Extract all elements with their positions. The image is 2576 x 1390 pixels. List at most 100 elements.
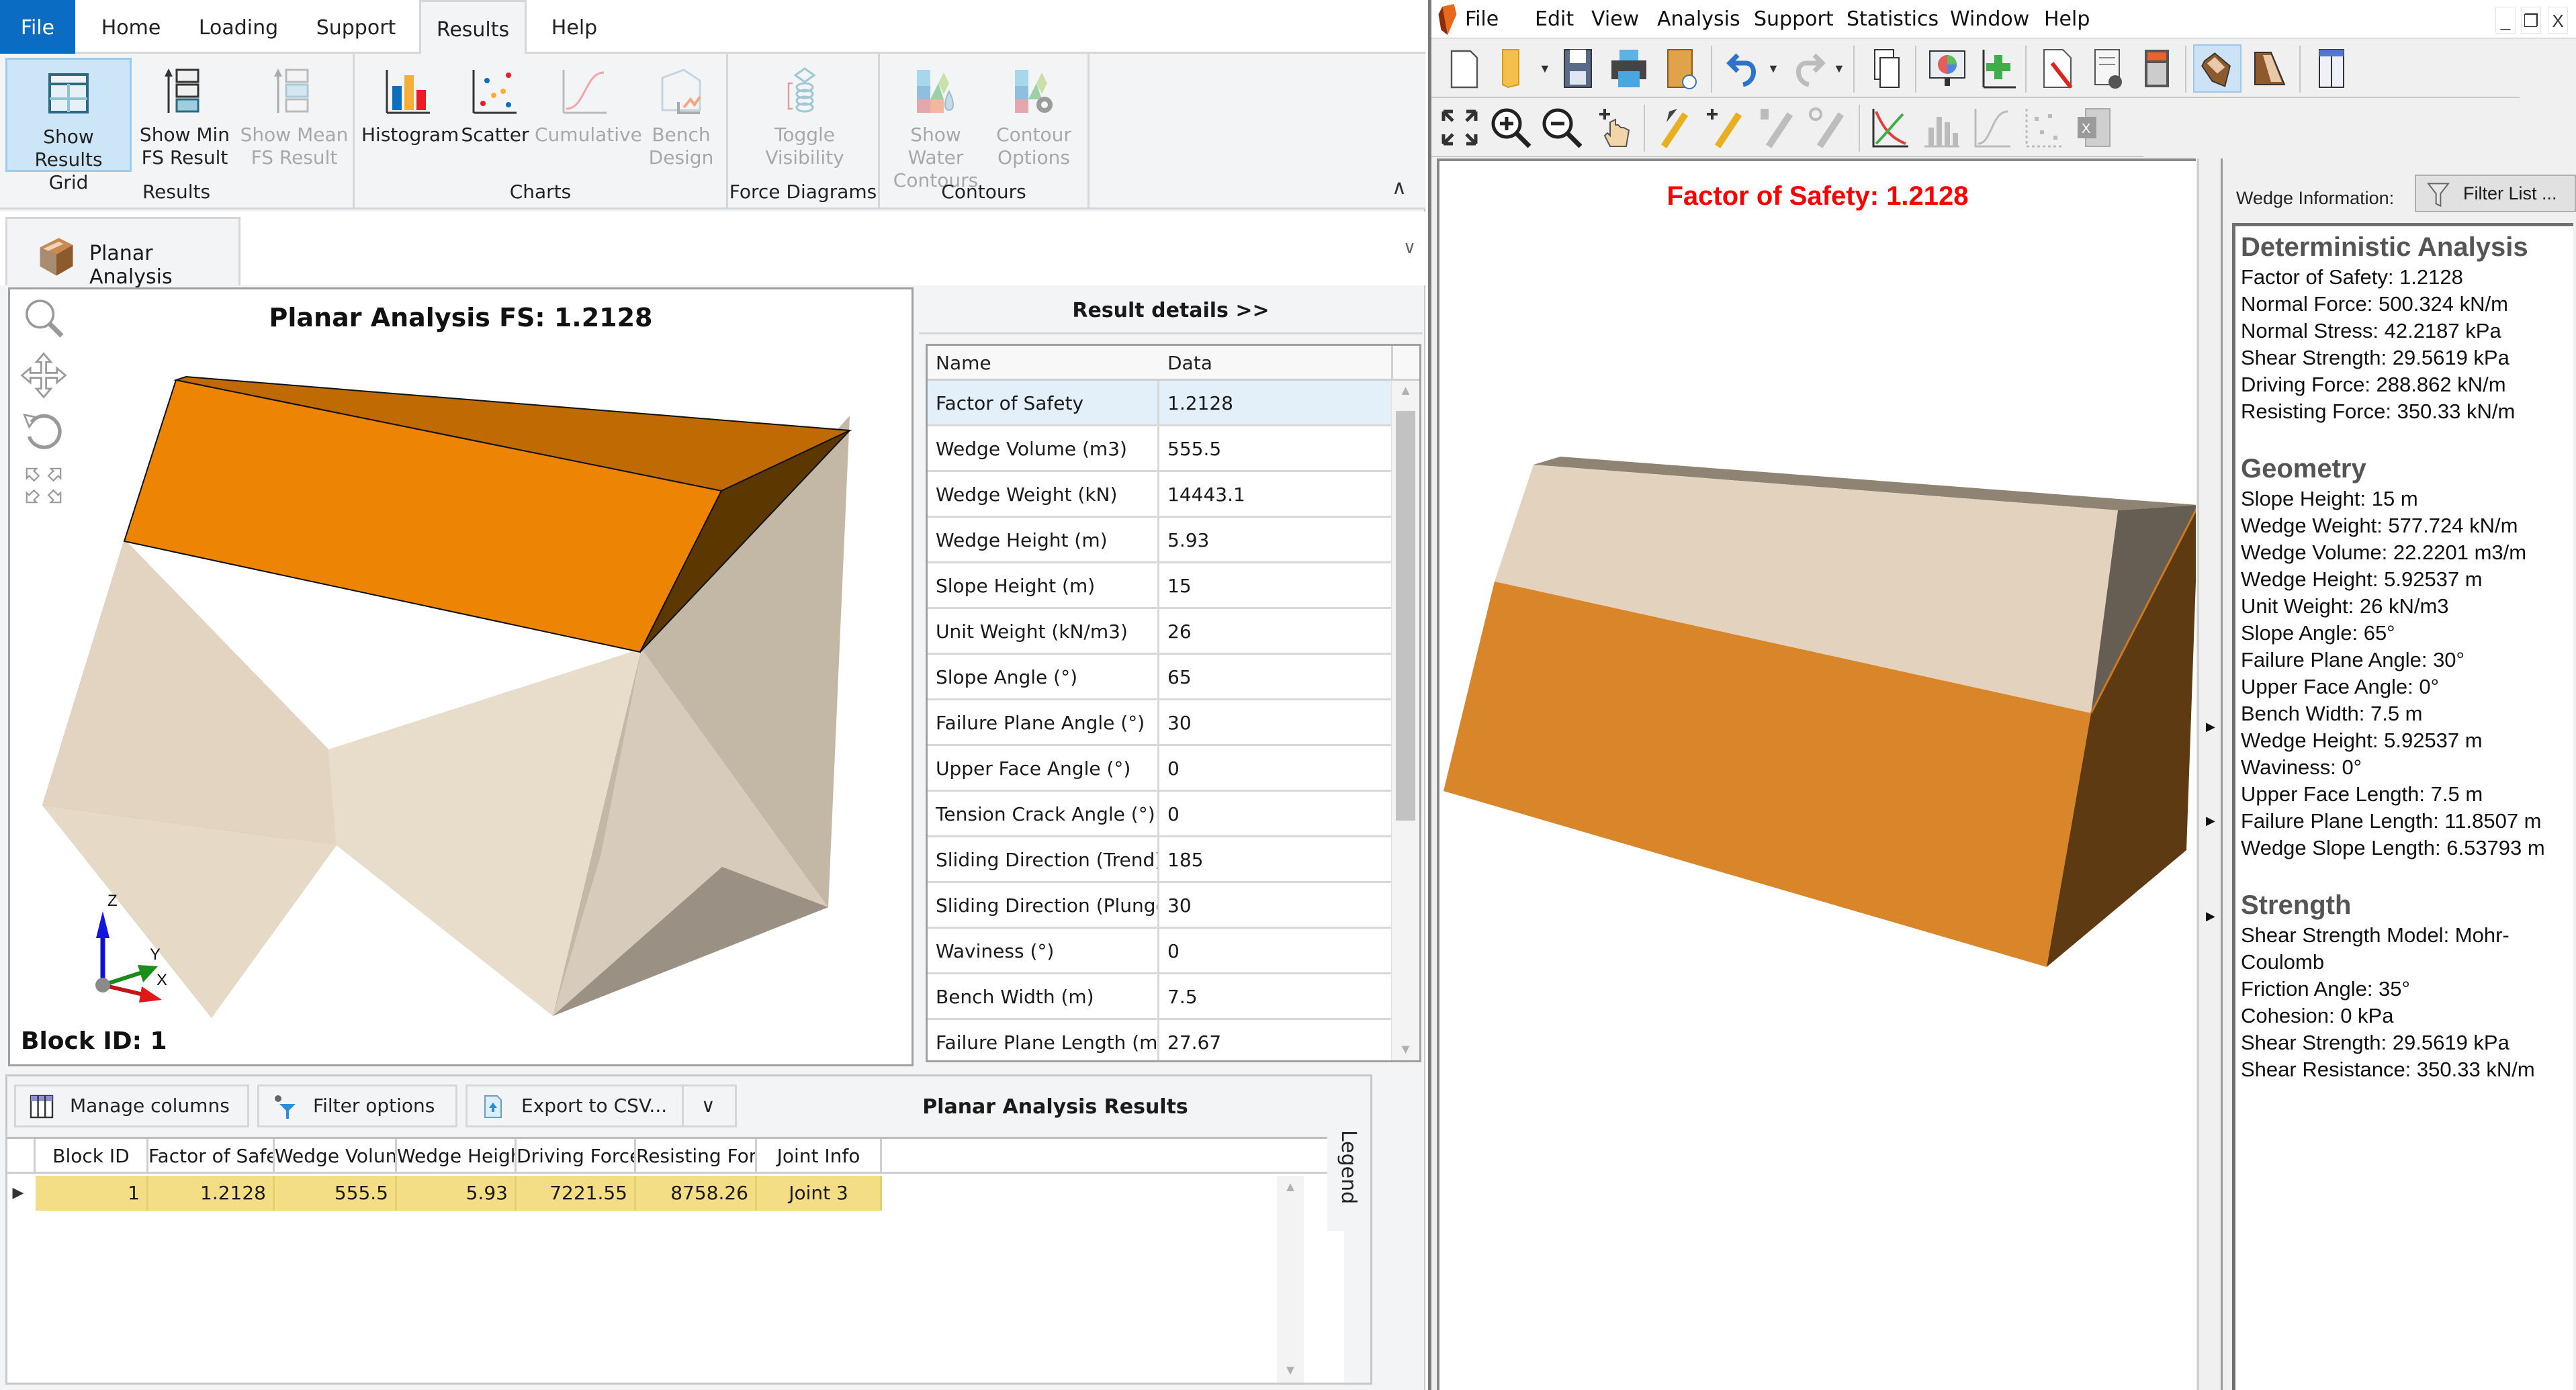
open-folder-icon[interactable] xyxy=(1489,44,1538,93)
cumulative-button[interactable]: Cumulative xyxy=(535,58,642,172)
result-detail-row[interactable]: Failure Plane Length (m) 27.67 xyxy=(928,1020,1391,1060)
open-dropdown-icon[interactable]: ▼ xyxy=(1539,62,1551,76)
show-water-contours-button[interactable]: Show Water Contours xyxy=(885,58,986,191)
zoom-extents-icon[interactable] xyxy=(1435,103,1484,152)
result-detail-row[interactable]: Tension Crack Angle (°) 0 xyxy=(928,792,1391,837)
delete-tool-icon[interactable] xyxy=(1752,103,1801,152)
result-detail-row[interactable]: Wedge Volume (m3) 555.5 xyxy=(928,426,1391,472)
expand-arrow-icon[interactable]: ▶ xyxy=(2206,909,2215,923)
scroll-thumb[interactable] xyxy=(1396,411,1415,821)
scroll-up-icon[interactable]: ▲ xyxy=(1392,383,1419,399)
menu-help[interactable]: Help xyxy=(2044,5,2090,34)
result-detail-row[interactable]: Bench Width (m) 7.5 xyxy=(928,974,1391,1020)
zoom-out-icon[interactable] xyxy=(1538,103,1586,152)
results-grid-scrollbar[interactable]: ▲ ▼ xyxy=(1277,1176,1304,1383)
show-min-fs-result-button[interactable]: Show Min FS Result xyxy=(134,58,235,172)
menu-statistics[interactable]: Statistics xyxy=(1847,5,1939,34)
edit-input-icon[interactable] xyxy=(2033,44,2082,93)
result-detail-row[interactable]: Unit Weight (kN/m3) 26 xyxy=(928,609,1391,655)
minimize-button[interactable]: _ xyxy=(2495,7,2516,34)
row-selector-icon[interactable]: ▶ xyxy=(7,1176,36,1211)
zoom-in-icon[interactable] xyxy=(1486,103,1535,152)
column-header[interactable]: Wedge Height (m) xyxy=(397,1139,517,1174)
column-header[interactable]: Driving Force (kN) xyxy=(517,1139,636,1174)
column-header-data[interactable]: Data xyxy=(1167,346,1212,381)
toggle-visibility-button[interactable]: Toggle Visibility xyxy=(758,58,852,172)
result-detail-row[interactable]: Sliding Direction (Trend) 185 xyxy=(928,837,1391,883)
export-csv-button[interactable]: Export to CSV... xyxy=(465,1084,693,1127)
menu-analysis[interactable]: Analysis xyxy=(1657,5,1740,34)
result-detail-row[interactable]: Slope Height (m) 15 xyxy=(928,563,1391,609)
result-detail-row[interactable]: Wedge Weight (kN) 14443.1 xyxy=(928,472,1391,518)
result-detail-row[interactable]: Waviness (°) 0 xyxy=(928,929,1391,974)
planar-3d-view[interactable]: Planar Analysis FS: 1.2128 Z Y X Block I… xyxy=(8,287,914,1066)
histogram-button[interactable]: Histogram xyxy=(361,58,459,172)
project-settings-icon[interactable] xyxy=(2083,44,2131,93)
tool-settings-icon[interactable] xyxy=(1804,103,1852,152)
tab-loading[interactable]: Loading xyxy=(188,0,289,54)
tab-help[interactable]: Help xyxy=(537,0,611,54)
collapse-ribbon-icon[interactable]: ∧ xyxy=(1392,176,1407,199)
cumulative-icon[interactable] xyxy=(1967,103,2016,152)
edit-tool-icon[interactable] xyxy=(1650,103,1699,152)
excel-export-icon[interactable]: X xyxy=(2070,103,2118,152)
result-detail-row[interactable]: Wedge Height (m) 5.93 xyxy=(928,518,1391,563)
tile-windows-icon[interactable] xyxy=(2307,44,2356,93)
menu-edit[interactable]: Edit xyxy=(1535,5,1574,34)
wedge-3d-view-icon[interactable] xyxy=(2193,44,2241,93)
undo-icon[interactable] xyxy=(1719,44,1767,93)
tab-home[interactable]: Home xyxy=(87,0,175,54)
filter-options-button[interactable]: Filter options xyxy=(257,1084,457,1127)
export-icon[interactable] xyxy=(1656,44,1704,93)
redo-icon[interactable] xyxy=(1785,44,1833,93)
scroll-up-icon[interactable]: ▲ xyxy=(1277,1180,1304,1195)
column-header[interactable]: Joint Info xyxy=(757,1139,882,1174)
tab-list-dropdown-icon[interactable]: ∨ xyxy=(1403,237,1416,258)
column-header[interactable]: Wedge Volume (... xyxy=(275,1139,397,1174)
save-icon[interactable] xyxy=(1554,44,1602,93)
tab-file[interactable]: File xyxy=(0,0,75,54)
scroll-down-icon[interactable]: ▼ xyxy=(1277,1363,1304,1379)
wedge-2d-view-icon[interactable] xyxy=(2244,44,2293,93)
wedge-model-canvas[interactable] xyxy=(1439,161,2196,1390)
redo-dropdown-icon[interactable]: ▼ xyxy=(1833,62,1845,76)
manage-columns-button[interactable]: Manage columns xyxy=(14,1084,249,1127)
result-detail-row[interactable]: Factor of Safety 1.2128 xyxy=(928,381,1391,426)
close-button[interactable]: X xyxy=(2548,7,2568,34)
result-detail-row[interactable]: Sliding Direction (Plunge) 30 xyxy=(928,883,1391,929)
tab-support[interactable]: Support xyxy=(302,0,410,54)
undo-dropdown-icon[interactable]: ▼ xyxy=(1767,62,1779,76)
bench-design-button[interactable]: Bench Design xyxy=(639,58,723,172)
print-icon[interactable] xyxy=(1605,44,1653,93)
wedge-3d-view[interactable]: Factor of Safety: 1.2128 xyxy=(1437,158,2196,1390)
scroll-down-icon[interactable]: ▼ xyxy=(1392,1042,1419,1058)
panel-splitter[interactable]: ▶ ▶ ▶ xyxy=(2197,158,2223,1390)
menu-view[interactable]: View xyxy=(1591,5,1639,34)
column-header[interactable]: Resisting Force (k... xyxy=(636,1139,757,1174)
column-header[interactable]: Factor of Safety xyxy=(148,1139,275,1174)
result-detail-row[interactable]: Slope Angle (°) 65 xyxy=(928,655,1391,700)
legend-side-tab[interactable]: Legend xyxy=(1327,1123,1369,1231)
show-results-grid-button[interactable]: Show Results Grid xyxy=(5,58,132,193)
tab-results[interactable]: Results xyxy=(419,0,527,56)
calculator-icon[interactable] xyxy=(2133,44,2181,93)
column-header[interactable]: Block ID xyxy=(36,1139,148,1174)
scatter-icon[interactable] xyxy=(2018,103,2067,152)
filter-list-button[interactable]: Filter List ... xyxy=(2415,175,2576,212)
expand-arrow-icon[interactable]: ▶ xyxy=(2206,720,2215,734)
result-details-toggle[interactable]: Result details >> xyxy=(919,287,1423,334)
restore-button[interactable]: ❐ xyxy=(2521,7,2541,34)
new-file-icon[interactable] xyxy=(1439,44,1488,93)
show-mean-fs-result-button[interactable]: Show Mean FS Result xyxy=(238,58,351,172)
histogram-icon[interactable] xyxy=(1916,103,1965,152)
menu-file[interactable]: File xyxy=(1465,5,1499,34)
table-row[interactable]: ▶ 1 1.2128 555.5 5.93 7221.55 8758.26 Joint 3 xyxy=(7,1176,1344,1211)
add-tool-icon[interactable] xyxy=(1701,103,1750,152)
export-dropdown-button[interactable]: ∨ xyxy=(682,1084,737,1127)
display-options-icon[interactable] xyxy=(1923,44,1971,93)
result-detail-row[interactable]: Failure Plane Angle (°) 30 xyxy=(928,700,1391,746)
pan-hand-icon[interactable] xyxy=(1589,103,1637,152)
contour-options-button[interactable]: Contour Options xyxy=(990,58,1077,172)
add-joint-icon[interactable] xyxy=(1973,44,2021,93)
result-detail-row[interactable]: Upper Face Angle (°) 0 xyxy=(928,746,1391,792)
